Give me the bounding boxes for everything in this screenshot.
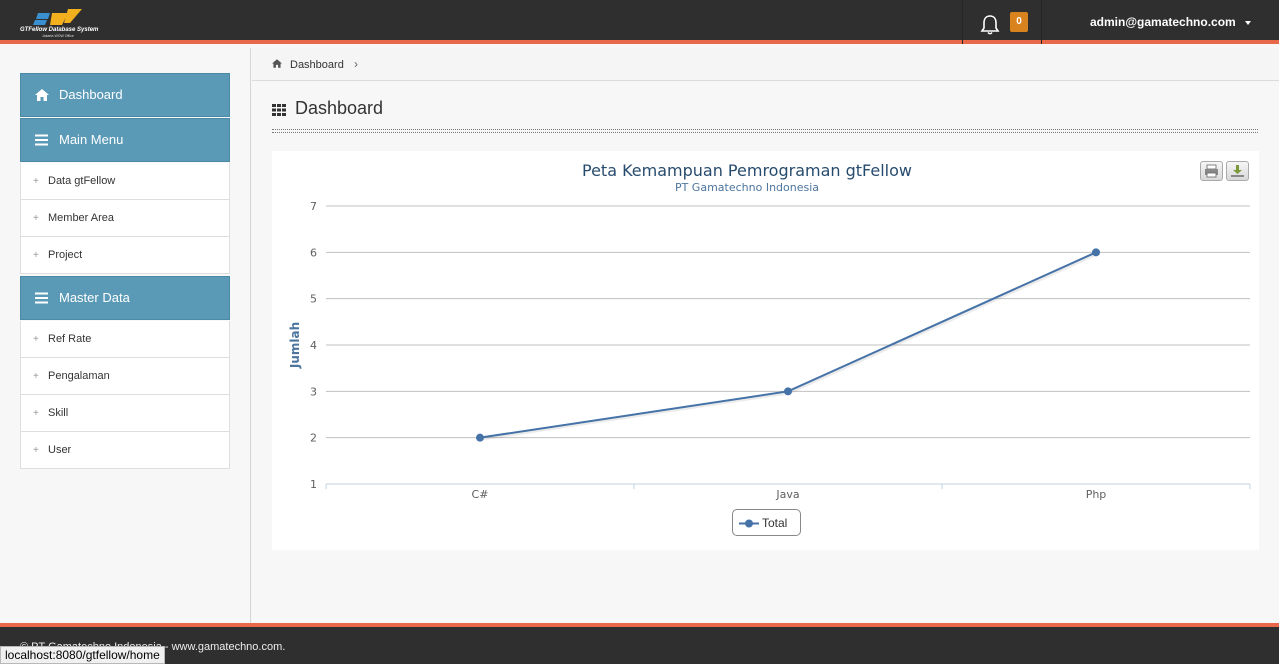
breadcrumb: Dashboard › <box>252 48 1279 81</box>
y-tick-label: 4 <box>310 339 317 352</box>
sidebar-item-label: Dashboard <box>59 87 123 102</box>
line-chart: Peta Kemampuan Pemrograman gtFellow PT G… <box>288 161 1251 501</box>
sidebar: Dashboard Main Menu + Data gtFellow + Memb… <box>0 48 251 623</box>
data-point[interactable] <box>476 433 484 442</box>
chart-legend[interactable]: Total <box>732 509 801 536</box>
export-chart-button[interactable] <box>1226 161 1249 181</box>
series-line-shadow <box>480 251 1098 441</box>
notifications[interactable]: 0 <box>962 0 1042 44</box>
sidebar-item-label: Pengalaman <box>48 370 110 382</box>
legend-item-total[interactable]: Total <box>762 516 787 530</box>
sidebar-item-label: User <box>48 444 72 456</box>
notification-count-badge[interactable]: 0 <box>1010 12 1028 32</box>
x-tick-label: Php <box>1086 488 1107 501</box>
grid-lines <box>326 205 1250 485</box>
plus-icon: + <box>33 176 39 187</box>
y-tick-label: 3 <box>310 385 317 398</box>
menu-icon <box>35 134 48 146</box>
plus-icon: + <box>33 408 39 419</box>
x-tick-label: C# <box>472 488 489 501</box>
sidebar-item-label: Member Area <box>48 212 115 224</box>
user-email[interactable]: admin@gamatechno.com <box>1090 15 1236 29</box>
title-divider <box>272 129 1258 133</box>
sidebar-section-master-data[interactable]: Master Data <box>20 276 230 320</box>
x-tick-label: Java <box>775 488 799 501</box>
y-tick-label: 7 <box>310 200 317 213</box>
sidebar-item-dashboard[interactable]: Dashboard <box>20 73 230 117</box>
logo-title: GTFellow Database System <box>20 27 99 33</box>
top-navbar: GTFellow Database System Jakarta WOW Off… <box>0 0 1279 44</box>
y-tick-label: 1 <box>310 478 317 491</box>
print-chart-button[interactable] <box>1200 161 1223 181</box>
plus-icon: + <box>33 371 39 382</box>
sidebar-item-project[interactable]: + Project <box>20 237 230 274</box>
browser-status-url: localhost:8080/gtfellow/home <box>0 646 165 664</box>
logo-subtitle: Jakarta WOW Office <box>42 34 74 38</box>
footer: © PT Gamatechno Indonesia - www.gamatech… <box>0 623 1279 664</box>
y-tick-labels: 1 2 3 4 5 6 7 <box>310 200 317 491</box>
sidebar-item-pengalaman[interactable]: + Pengalaman <box>20 358 230 395</box>
grid-icon <box>272 104 286 116</box>
y-tick-label: 2 <box>310 432 317 445</box>
legend-series-marker <box>739 519 759 528</box>
bell-icon[interactable] <box>980 14 1000 36</box>
sidebar-item-label: Project <box>48 249 83 261</box>
plus-icon: + <box>33 250 39 261</box>
sidebar-item-user[interactable]: + User <box>20 432 230 469</box>
chart-subtitle: PT Gamatechno Indonesia <box>675 181 819 194</box>
plus-icon: + <box>33 445 39 456</box>
sidebar-section-label: Master Data <box>59 290 130 305</box>
chevron-down-icon[interactable] <box>1244 20 1251 25</box>
breadcrumb-item-dashboard[interactable]: Dashboard <box>290 59 344 71</box>
page-title-text: Dashboard <box>295 98 384 118</box>
user-menu[interactable]: admin@gamatechno.com <box>1090 15 1251 29</box>
sidebar-item-member-area[interactable]: + Member Area <box>20 200 230 237</box>
sidebar-section-label: Main Menu <box>59 132 124 147</box>
x-axis: C# Java Php <box>325 484 1251 501</box>
menu-icon <box>35 292 48 304</box>
plus-icon: + <box>33 334 39 345</box>
y-tick-label: 5 <box>310 293 317 306</box>
chevron-right-icon: › <box>354 57 358 71</box>
home-icon <box>35 89 49 101</box>
app-logo[interactable]: GTFellow Database System Jakarta WOW Off… <box>20 9 102 39</box>
sidebar-item-skill[interactable]: + Skill <box>20 395 230 432</box>
logo-graphic <box>33 9 82 25</box>
data-point[interactable] <box>784 387 792 396</box>
sidebar-item-label: Ref Rate <box>48 333 92 345</box>
chart-title: Peta Kemampuan Pemrograman gtFellow <box>582 161 912 180</box>
download-icon <box>1231 165 1244 177</box>
print-icon <box>1205 164 1218 178</box>
sidebar-section-main-menu[interactable]: Main Menu <box>20 118 230 162</box>
y-tick-label: 6 <box>310 246 317 259</box>
home-icon[interactable] <box>272 59 282 68</box>
sidebar-item-ref-rate[interactable]: + Ref Rate <box>20 321 230 358</box>
sidebar-item-label: Skill <box>48 407 69 419</box>
sidebar-item-label: Data gtFellow <box>48 175 116 187</box>
sidebar-item-data-gtfellow[interactable]: + Data gtFellow <box>20 163 230 200</box>
data-point[interactable] <box>1092 248 1100 257</box>
chart-panel: Peta Kemampuan Pemrograman gtFellow PT G… <box>272 151 1259 550</box>
y-axis-label: Jumlah <box>288 322 302 369</box>
plus-icon: + <box>33 213 39 224</box>
